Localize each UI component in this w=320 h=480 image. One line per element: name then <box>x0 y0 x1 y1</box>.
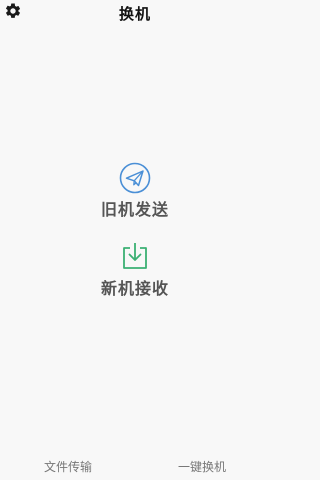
send-from-old-device-button[interactable]: 旧机发送 <box>60 162 210 234</box>
app-header: 换机 <box>0 0 270 28</box>
bottom-nav: 文件传输 一键换机 <box>0 452 270 480</box>
download-tray-icon <box>119 241 151 273</box>
nav-tab-file-transfer[interactable]: 文件传输 <box>44 458 92 475</box>
receive-on-new-device-button[interactable]: 新机接收 <box>60 241 210 313</box>
nav-tab-one-click-switch[interactable]: 一键换机 <box>178 458 226 475</box>
paper-plane-icon <box>119 162 151 194</box>
send-from-old-device-label: 旧机发送 <box>100 200 169 219</box>
receive-on-new-device-label: 新机接收 <box>100 279 169 298</box>
page-title: 换机 <box>118 5 151 23</box>
